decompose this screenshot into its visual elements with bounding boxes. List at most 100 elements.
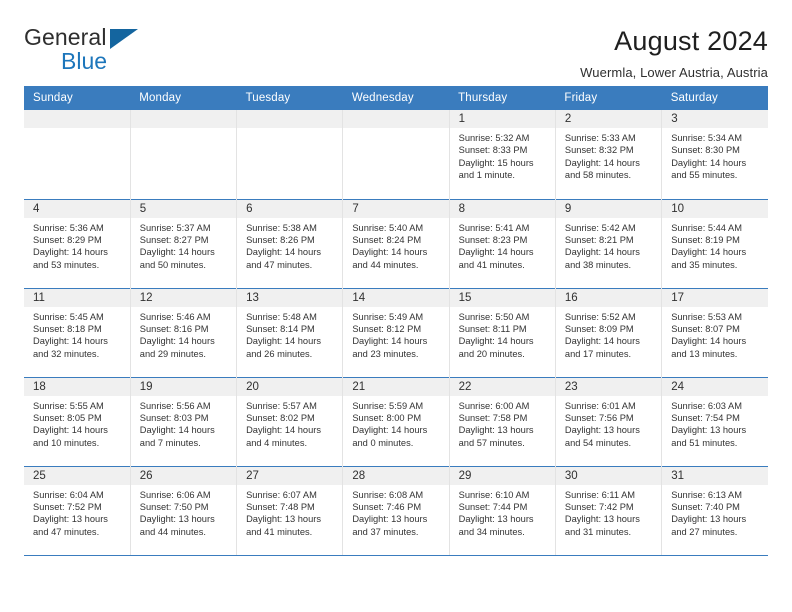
day-number [343, 110, 449, 128]
weekday-header-saturday: Saturday [661, 86, 768, 110]
calendar-day-cell[interactable]: 25 Sunrise: 6:04 AM Sunset: 7:52 PM Dayligh… [24, 465, 131, 556]
sun-info-line: Sunrise: 6:01 AM [564, 400, 636, 411]
sun-info-line: and 32 minutes. [33, 348, 100, 359]
calendar-day-cell[interactable]: 5 Sunrise: 5:37 AM Sunset: 8:27 PM Daylight… [130, 198, 238, 288]
calendar-day-cell[interactable]: 13 Sunrise: 5:48 AM Sunset: 8:14 PM Dayligh… [236, 287, 344, 377]
sun-info-line: Sunset: 8:32 PM [564, 145, 634, 156]
sun-info-line: Sunrise: 5:48 AM [246, 311, 317, 322]
day-sun-info: Sunrise: 5:55 AM Sunset: 8:05 PM Daylight:… [24, 396, 130, 450]
sun-info-line: Sunrise: 5:46 AM [139, 311, 211, 322]
sun-info-line: and 27 minutes. [671, 526, 738, 537]
sun-info-line: Sunset: 7:58 PM [458, 412, 528, 423]
sun-info-line: Daylight: 14 hours [458, 336, 534, 347]
day-sun-info: Sunrise: 5:33 AM Sunset: 8:32 PM Daylight:… [556, 128, 661, 182]
day-sun-info [343, 128, 448, 132]
calendar-day-cell[interactable]: 17 Sunrise: 5:53 AM Sunset: 8:07 PM Dayligh… [661, 287, 768, 377]
calendar-day-cell-empty [236, 110, 344, 199]
sun-info-line: Sunrise: 5:52 AM [564, 311, 636, 322]
day-number: 3 [662, 110, 768, 128]
calendar-day-cell[interactable]: 18 Sunrise: 5:55 AM Sunset: 8:05 PM Dayligh… [24, 376, 131, 466]
sun-info-line: Sunset: 7:42 PM [564, 501, 634, 512]
sun-info-line: Sunset: 8:00 PM [352, 412, 422, 423]
day-sun-info: Sunrise: 5:41 AM Sunset: 8:23 PM Daylight:… [450, 218, 555, 272]
calendar-day-cell[interactable]: 4 Sunrise: 5:36 AM Sunset: 8:29 PM Daylight… [24, 198, 131, 288]
day-number: 21 [343, 377, 449, 396]
day-sun-info: Sunrise: 5:49 AM Sunset: 8:12 PM Daylight:… [343, 307, 448, 361]
sun-info-line: Sunset: 8:21 PM [564, 234, 634, 245]
calendar-day-cell[interactable]: 11 Sunrise: 5:45 AM Sunset: 8:18 PM Dayligh… [24, 287, 131, 377]
day-sun-info: Sunrise: 5:52 AM Sunset: 8:09 PM Daylight:… [556, 307, 661, 361]
day-sun-info: Sunrise: 6:03 AM Sunset: 7:54 PM Daylight:… [662, 396, 768, 450]
calendar-day-cell[interactable]: 31 Sunrise: 6:13 AM Sunset: 7:40 PM Dayligh… [661, 465, 768, 556]
calendar-day-cell[interactable]: 12 Sunrise: 5:46 AM Sunset: 8:16 PM Dayligh… [130, 287, 238, 377]
sun-info-line: Sunrise: 5:38 AM [246, 222, 317, 233]
calendar-day-cell[interactable]: 14 Sunrise: 5:49 AM Sunset: 8:12 PM Dayligh… [342, 287, 450, 377]
calendar-day-cell[interactable]: 1 Sunrise: 5:32 AM Sunset: 8:33 PM Daylight… [449, 110, 556, 199]
sun-info-line: Sunrise: 5:56 AM [139, 400, 211, 411]
calendar-body: 1 Sunrise: 5:32 AM Sunset: 8:33 PM Daylight… [24, 110, 768, 556]
day-sun-info [131, 128, 236, 132]
day-sun-info: Sunrise: 6:01 AM Sunset: 7:56 PM Daylight:… [556, 396, 661, 450]
calendar-day-cell[interactable]: 9 Sunrise: 5:42 AM Sunset: 8:21 PM Daylight… [555, 198, 663, 288]
sun-info-line: and 47 minutes. [246, 259, 313, 270]
calendar-day-cell[interactable]: 3 Sunrise: 5:34 AM Sunset: 8:30 PM Daylight… [661, 110, 768, 199]
sun-info-line: Daylight: 13 hours [33, 514, 108, 525]
sun-info-line: Sunrise: 5:42 AM [564, 222, 636, 233]
calendar-day-cell[interactable]: 19 Sunrise: 5:56 AM Sunset: 8:03 PM Dayligh… [130, 376, 238, 466]
sun-info-line: Daylight: 13 hours [352, 514, 428, 525]
calendar-day-cell[interactable]: 28 Sunrise: 6:08 AM Sunset: 7:46 PM Dayligh… [342, 465, 450, 556]
sun-info-line: Sunset: 7:48 PM [246, 501, 315, 512]
sun-info-line: and 51 minutes. [671, 437, 738, 448]
page-header: General Blue August 2024 Wuermla, Lower … [24, 0, 768, 81]
sun-info-line: Sunrise: 6:00 AM [458, 400, 530, 411]
sun-info-line: Sunrise: 5:41 AM [458, 222, 530, 233]
calendar-day-cell[interactable]: 24 Sunrise: 6:03 AM Sunset: 7:54 PM Dayligh… [661, 376, 768, 466]
calendar-day-cell[interactable]: 20 Sunrise: 5:57 AM Sunset: 8:02 PM Dayligh… [236, 376, 344, 466]
title-block: August 2024 Wuermla, Lower Austria, Aust… [580, 26, 768, 80]
sun-info-line: and 50 minutes. [139, 259, 206, 270]
calendar-day-cell[interactable]: 30 Sunrise: 6:11 AM Sunset: 7:42 PM Dayligh… [555, 465, 663, 556]
sun-info-line: Daylight: 14 hours [564, 157, 640, 168]
general-blue-logo[interactable]: General Blue [24, 26, 159, 74]
sun-info-line: Daylight: 13 hours [671, 514, 747, 525]
weekday-header-sunday: Sunday [24, 86, 131, 110]
day-number: 5 [130, 199, 237, 218]
calendar-day-cell[interactable]: 6 Sunrise: 5:38 AM Sunset: 8:26 PM Daylight… [236, 198, 344, 288]
day-sun-info: Sunrise: 6:10 AM Sunset: 7:44 PM Daylight:… [450, 485, 555, 539]
sun-info-line: Daylight: 13 hours [458, 425, 534, 436]
day-number: 25 [24, 466, 130, 485]
calendar-day-cell[interactable]: 22 Sunrise: 6:00 AM Sunset: 7:58 PM Dayligh… [449, 376, 556, 466]
day-number: 15 [449, 288, 555, 307]
day-number: 7 [343, 199, 449, 218]
calendar-day-cell[interactable]: 2 Sunrise: 5:33 AM Sunset: 8:32 PM Daylight… [555, 110, 663, 199]
day-number: 24 [662, 377, 768, 396]
day-number: 22 [449, 377, 555, 396]
sun-info-line: Daylight: 14 hours [671, 157, 747, 168]
calendar-day-cell[interactable]: 21 Sunrise: 5:59 AM Sunset: 8:00 PM Dayligh… [342, 376, 450, 466]
weekday-header-thursday: Thursday [449, 86, 556, 110]
calendar-day-cell[interactable]: 7 Sunrise: 5:40 AM Sunset: 8:24 PM Daylight… [342, 198, 450, 288]
sun-info-line: Sunrise: 5:33 AM [564, 133, 636, 143]
calendar-day-cell[interactable]: 23 Sunrise: 6:01 AM Sunset: 7:56 PM Dayligh… [555, 376, 663, 466]
calendar-day-cell[interactable]: 29 Sunrise: 6:10 AM Sunset: 7:44 PM Dayligh… [449, 465, 556, 556]
calendar-day-cell[interactable]: 10 Sunrise: 5:44 AM Sunset: 8:19 PM Dayligh… [661, 198, 768, 288]
sun-info-line: and 44 minutes. [352, 259, 419, 270]
sun-info-line: Sunrise: 6:06 AM [139, 489, 211, 500]
sun-info-line: and 7 minutes. [139, 437, 201, 448]
calendar-day-cell[interactable]: 16 Sunrise: 5:52 AM Sunset: 8:09 PM Dayligh… [555, 287, 663, 377]
sun-info-line: Daylight: 14 hours [246, 336, 321, 347]
sun-info-line: Sunrise: 5:45 AM [33, 311, 104, 322]
sun-info-line: Daylight: 14 hours [139, 425, 215, 436]
day-number: 8 [449, 199, 555, 218]
sun-info-line: Sunset: 8:12 PM [352, 323, 422, 334]
sun-info-line: Daylight: 13 hours [458, 514, 534, 525]
page-title: August 2024 [614, 26, 768, 56]
sun-info-line: Daylight: 14 hours [564, 336, 640, 347]
calendar-day-cell[interactable]: 26 Sunrise: 6:06 AM Sunset: 7:50 PM Dayligh… [130, 465, 238, 556]
sun-info-line: Sunset: 8:18 PM [33, 323, 102, 334]
calendar-day-cell[interactable]: 27 Sunrise: 6:07 AM Sunset: 7:48 PM Dayligh… [236, 465, 344, 556]
calendar-day-cell[interactable]: 8 Sunrise: 5:41 AM Sunset: 8:23 PM Daylight… [449, 198, 556, 288]
calendar-day-cell[interactable]: 15 Sunrise: 5:50 AM Sunset: 8:11 PM Dayligh… [449, 287, 556, 377]
day-sun-info: Sunrise: 6:11 AM Sunset: 7:42 PM Daylight:… [556, 485, 661, 539]
day-sun-info: Sunrise: 5:50 AM Sunset: 8:11 PM Daylight:… [450, 307, 555, 361]
